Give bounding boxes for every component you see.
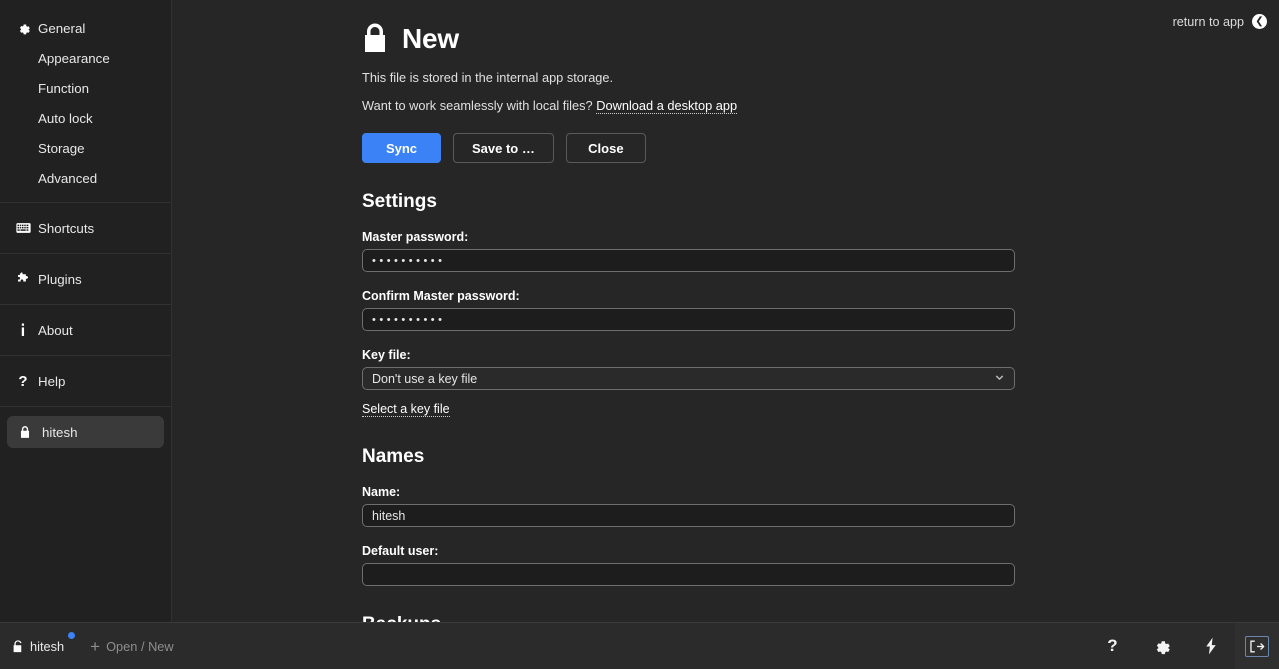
settings-sidebar: General Appearance Function Auto lock St… [0,0,172,622]
puzzle-icon [12,272,34,286]
help-icon[interactable]: ? [1088,623,1137,669]
names-heading: Names [362,446,425,467]
sidebar-item-about[interactable]: About [0,315,171,345]
action-buttons: Sync Save to … Close [362,133,1255,163]
gear-icon[interactable] [1137,623,1186,669]
sidebar-item-hitesh[interactable]: hitesh [7,416,164,448]
backups-heading: Backups [362,614,1255,622]
key-file-select-wrapper: Don't use a key file [362,367,1015,390]
lightning-icon[interactable] [1186,623,1235,669]
app-window: General Appearance Function Auto lock St… [0,0,1279,669]
circle-left-arrow-icon: ❮ [1252,14,1267,29]
status-open-file-tab[interactable]: hitesh [10,631,76,658]
unsaved-changes-badge [68,631,76,639]
status-bar-left: hitesh + Open / New [10,631,176,659]
main-content: return to app ❮ New This file is stored … [172,0,1279,622]
return-to-app-button[interactable]: return to app ❮ [1173,14,1267,29]
sidebar-item-appearance[interactable]: Appearance [0,43,171,73]
select-key-file-link[interactable]: Select a key file [362,402,450,417]
sidebar-item-help[interactable]: ? Help [0,366,171,396]
close-button[interactable]: Close [565,133,646,163]
info-icon [12,323,34,337]
sidebar-item-label: About [38,322,73,338]
exit-icon[interactable] [1235,622,1279,669]
question-icon: ? [18,372,28,390]
settings-heading: Settings [362,191,437,212]
sidebar-item-label: Storage [38,140,85,156]
key-file-select[interactable]: Don't use a key file [362,367,1015,390]
master-password-label: Master password: [362,230,469,244]
app-body: General Appearance Function Auto lock St… [0,0,1279,622]
lock-icon [12,425,38,439]
status-open-file-label: hitesh [30,638,65,654]
main-inner: New This file is stored in the internal … [172,0,1279,622]
page-header: New [362,22,1255,56]
sync-button[interactable]: Sync [362,133,441,163]
name-label: Name: [362,485,401,499]
plus-icon: + [90,636,101,656]
sidebar-group-plugins: Plugins [0,254,171,304]
sidebar-group-help: ? Help [0,356,171,406]
confirm-password-input[interactable] [362,308,1015,331]
return-to-app-label: return to app [1172,14,1244,29]
sidebar-group-general: General Appearance Function Auto lock St… [0,0,171,193]
sidebar-item-label: Auto lock [38,110,93,126]
sidebar-item-label: Function [38,80,89,96]
status-open-new-tab[interactable]: + Open / New [88,634,176,659]
gear-icon [12,22,34,35]
sidebar-item-label: Appearance [38,50,110,66]
key-file-label: Key file: [362,348,411,362]
storage-notice: This file is stored in the internal app … [362,70,614,85]
sidebar-item-label: Shortcuts [38,220,95,236]
sidebar-group-shortcuts: Shortcuts [0,203,171,253]
sidebar-item-label: hitesh [42,424,78,440]
sidebar-item-label: General [38,20,86,36]
sidebar-item-function[interactable]: Function [0,73,171,103]
status-bar-right: ? [1088,622,1279,669]
sidebar-item-label: Help [38,373,66,389]
sidebar-item-label: Advanced [38,170,98,186]
desktop-app-notice: Want to work seamlessly with local files… [362,98,1255,114]
lock-closed-icon [362,22,388,56]
confirm-password-label: Confirm Master password: [362,289,520,303]
exit-icon-box [1245,635,1269,657]
sidebar-item-plugins[interactable]: Plugins [0,264,171,294]
sidebar-item-storage[interactable]: Storage [0,133,171,163]
keyboard-icon [12,222,34,234]
save-to-button[interactable]: Save to … [453,133,554,163]
sidebar-item-shortcuts[interactable]: Shortcuts [0,213,171,243]
master-password-input[interactable] [362,249,1015,272]
download-desktop-app-link[interactable]: Download a desktop app [596,98,738,114]
sidebar-item-general[interactable]: General [0,13,171,43]
page-title: New [402,23,459,54]
sidebar-group-file: hitesh [0,407,171,458]
status-bar: hitesh + Open / New ? [0,622,1279,669]
sidebar-item-advanced[interactable]: Advanced [0,163,171,193]
sidebar-group-about: About [0,305,171,355]
desktop-app-prompt: Want to work seamlessly with local files… [362,98,593,113]
unlocked-padlock-icon [12,639,24,653]
default-user-label: Default user: [362,544,439,558]
status-open-new-label: Open / New [106,638,174,654]
default-user-input[interactable] [362,563,1015,586]
sidebar-item-auto-lock[interactable]: Auto lock [0,103,171,133]
name-input[interactable] [362,504,1015,527]
sidebar-item-label: Plugins [38,271,82,287]
